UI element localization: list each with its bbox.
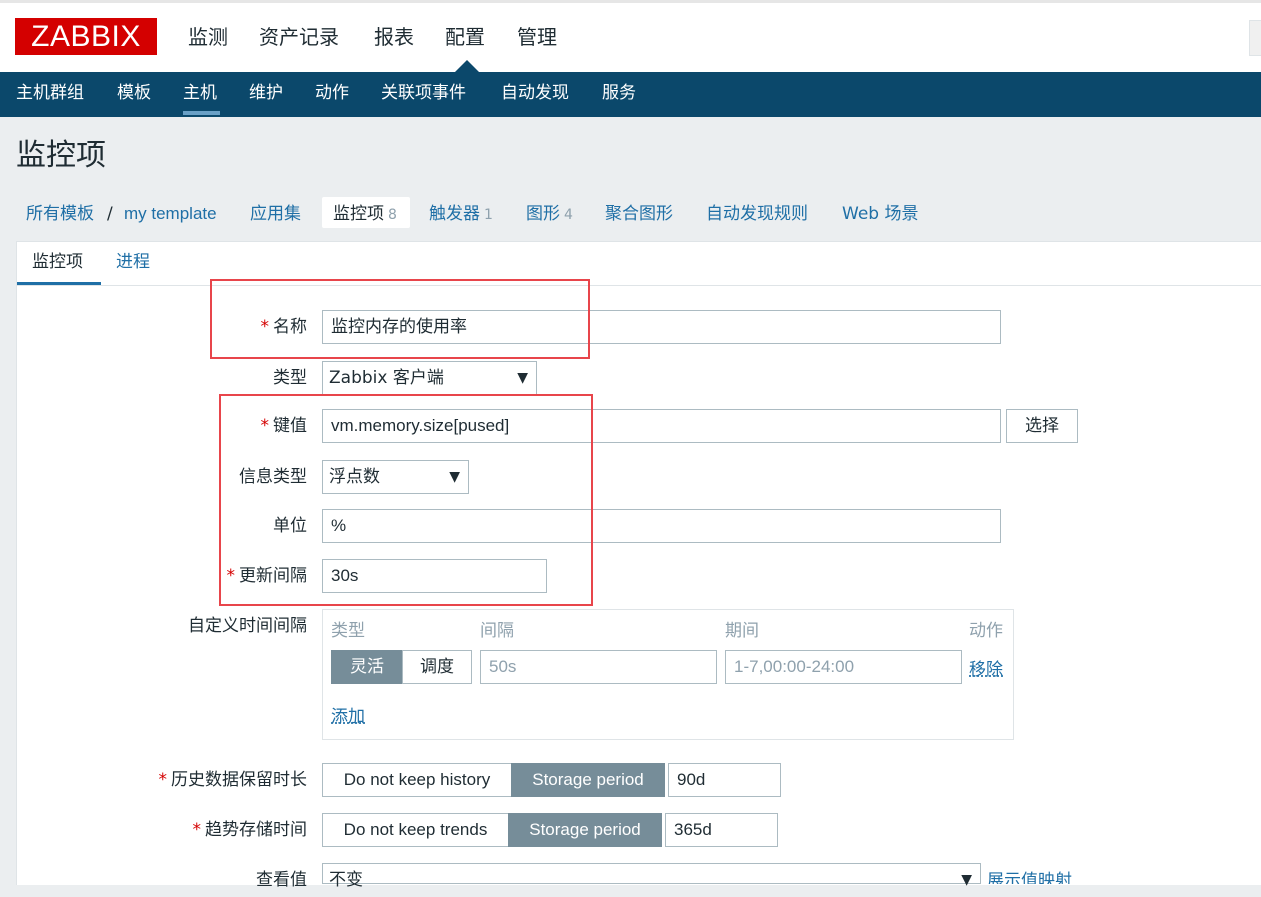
history-label-text: 历史数据保留时长 [171,770,307,790]
menu-monitoring[interactable]: 监测 [188,22,228,52]
type-select[interactable]: Zabbix 客户端 ▼ [322,361,537,395]
menu-inventory[interactable]: 资产记录 [259,22,339,52]
trends-label: * 趋势存储时间 [7,813,308,847]
breadcrumb-items-label: 监控项 [333,204,384,224]
breadcrumb-triggers-label: 触发器 [429,204,480,224]
flexible-toggle[interactable]: 灵活 [331,650,403,684]
type-select-value: Zabbix 客户端 [329,368,444,388]
breadcrumb-screens[interactable]: 聚合图形 [605,200,673,228]
trends-period-input[interactable]: 365d [665,813,778,847]
type-label: 类型 [273,368,307,388]
col-header-interval: 间隔 [480,621,514,641]
breadcrumb-all-templates[interactable]: 所有模板 [26,200,94,228]
custom-intervals-label: 自定义时间间隔 [188,616,307,636]
breadcrumb-web-scenarios[interactable]: Web 场景 [842,200,918,228]
breadcrumb-triggers[interactable]: 触发器 1 [429,200,493,228]
col-header-type: 类型 [331,621,365,641]
breadcrumb-discovery-rules[interactable]: 自动发现规则 [706,200,808,228]
show-value-select[interactable]: 不变 ▼ [322,863,981,890]
breadcrumb-items-count: 8 [388,207,397,223]
show-value-mapping-link[interactable]: 展示值映射 [987,866,1072,884]
subnav-templates[interactable]: 模板 [117,72,151,117]
breadcrumb-separator: / [107,204,113,224]
key-select-button[interactable]: 选择 [1006,409,1078,443]
subnav-services[interactable]: 服务 [602,72,636,117]
history-storage-period-toggle[interactable]: Storage period [511,763,665,797]
subnav-actions[interactable]: 动作 [315,72,349,117]
col-header-action: 动作 [969,621,1003,641]
history-do-not-keep-toggle[interactable]: Do not keep history [322,763,512,797]
active-menu-caret [455,60,479,72]
highlight-box-key-settings [219,394,593,606]
highlight-box-name [210,279,590,359]
scheduling-toggle[interactable]: 调度 [402,650,472,684]
tab-item[interactable]: 监控项 [32,248,83,282]
custom-period-input[interactable]: 1-7,00:00-24:00 [725,650,962,684]
breadcrumb-items[interactable]: 监控项 8 [333,200,397,228]
menu-reports[interactable]: 报表 [374,22,414,52]
breadcrumb-graphs-count: 4 [564,207,573,223]
required-mark: * [192,820,202,840]
breadcrumb-graphs[interactable]: 图形 4 [526,200,573,228]
col-header-period: 期间 [725,621,759,641]
breadcrumb-triggers-count: 1 [484,207,493,223]
history-period-input[interactable]: 90d [668,763,781,797]
history-label: * 历史数据保留时长 [7,763,308,797]
trends-storage-period-toggle[interactable]: Storage period [508,813,662,847]
dropdown-arrow-icon: ▼ [961,872,972,888]
custom-interval-input[interactable]: 50s [480,650,717,684]
breadcrumb-template-name[interactable]: my template [124,200,217,228]
subnav-discovery[interactable]: 自动发现 [501,72,569,117]
show-value-label: 查看值 [256,870,307,890]
show-value-select-value: 不变 [329,870,363,890]
remove-interval-link[interactable]: 移除 [969,655,1003,680]
search-box[interactable] [1249,20,1261,56]
subnav-correlation[interactable]: 关联项事件 [381,72,466,117]
page-title: 监控项 [16,138,106,173]
required-mark: * [158,770,168,790]
tab-process[interactable]: 进程 [116,248,150,282]
subnav-active-indicator [183,111,220,115]
breadcrumb-applications[interactable]: 应用集 [250,200,301,228]
subnav-maintenance[interactable]: 维护 [249,72,283,117]
trends-do-not-keep-toggle[interactable]: Do not keep trends [322,813,509,847]
trends-label-text: 趋势存储时间 [205,820,307,840]
zabbix-logo[interactable]: ZABBIX [15,18,157,55]
subnav-host-groups[interactable]: 主机群组 [16,72,84,117]
menu-configuration[interactable]: 配置 [445,22,485,52]
menu-administration[interactable]: 管理 [517,22,557,52]
breadcrumb-graphs-label: 图形 [526,204,560,224]
tabs-divider [17,285,1261,286]
add-interval-link[interactable]: 添加 [331,702,365,727]
breadcrumb-template-name-text: my template [124,204,217,223]
dropdown-arrow-icon: ▼ [517,370,528,386]
